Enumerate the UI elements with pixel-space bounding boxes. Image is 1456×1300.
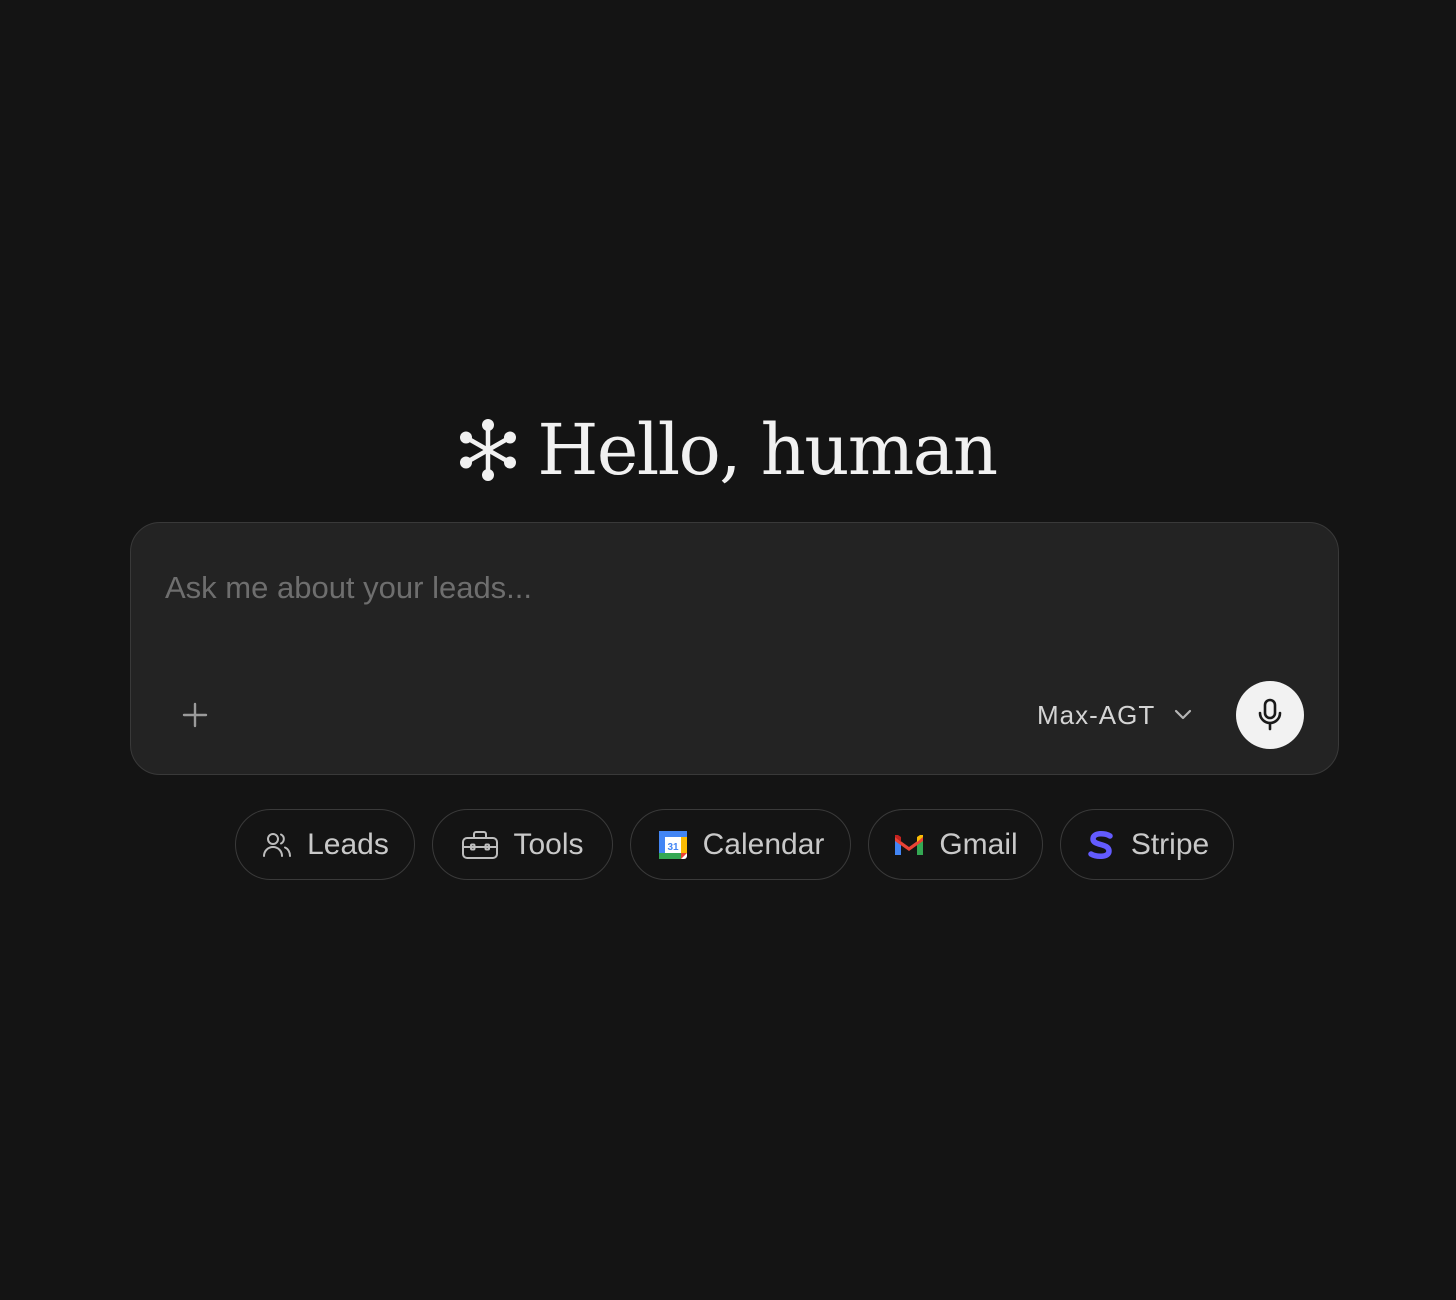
toolbox-icon: [461, 829, 499, 861]
chip-gmail[interactable]: Gmail: [868, 809, 1043, 880]
greeting-title: Hello, human: [537, 409, 998, 491]
gmail-icon: [893, 829, 925, 861]
stripe-icon: [1085, 829, 1117, 861]
model-label: Max-AGT: [1037, 699, 1156, 730]
greeting: Hello, human: [0, 408, 1456, 492]
chip-label: Leads: [307, 827, 389, 861]
users-icon: [261, 829, 293, 861]
chip-leads[interactable]: Leads: [235, 809, 415, 880]
chip-stripe[interactable]: Stripe: [1060, 809, 1234, 880]
model-select[interactable]: Max-AGT: [1037, 693, 1193, 737]
svg-text:31: 31: [667, 842, 679, 853]
asterisk-nodes-icon: [460, 419, 517, 481]
chip-tools[interactable]: Tools: [432, 809, 613, 880]
plus-icon: [182, 702, 208, 728]
prompt-input[interactable]: [165, 563, 1265, 613]
chip-label: Gmail: [939, 827, 1018, 861]
chip-label: Stripe: [1130, 827, 1210, 861]
google-calendar-icon: 31: [657, 829, 689, 861]
microphone-icon: [1258, 698, 1282, 731]
composer: Max-AGT: [130, 522, 1339, 775]
chip-calendar[interactable]: 31 Calendar: [630, 809, 851, 880]
chip-label: Tools: [513, 827, 584, 861]
add-button[interactable]: [173, 695, 217, 735]
chip-label: Calendar: [702, 827, 825, 861]
microphone-button[interactable]: [1236, 681, 1304, 749]
chevron-down-icon: [1175, 709, 1192, 720]
